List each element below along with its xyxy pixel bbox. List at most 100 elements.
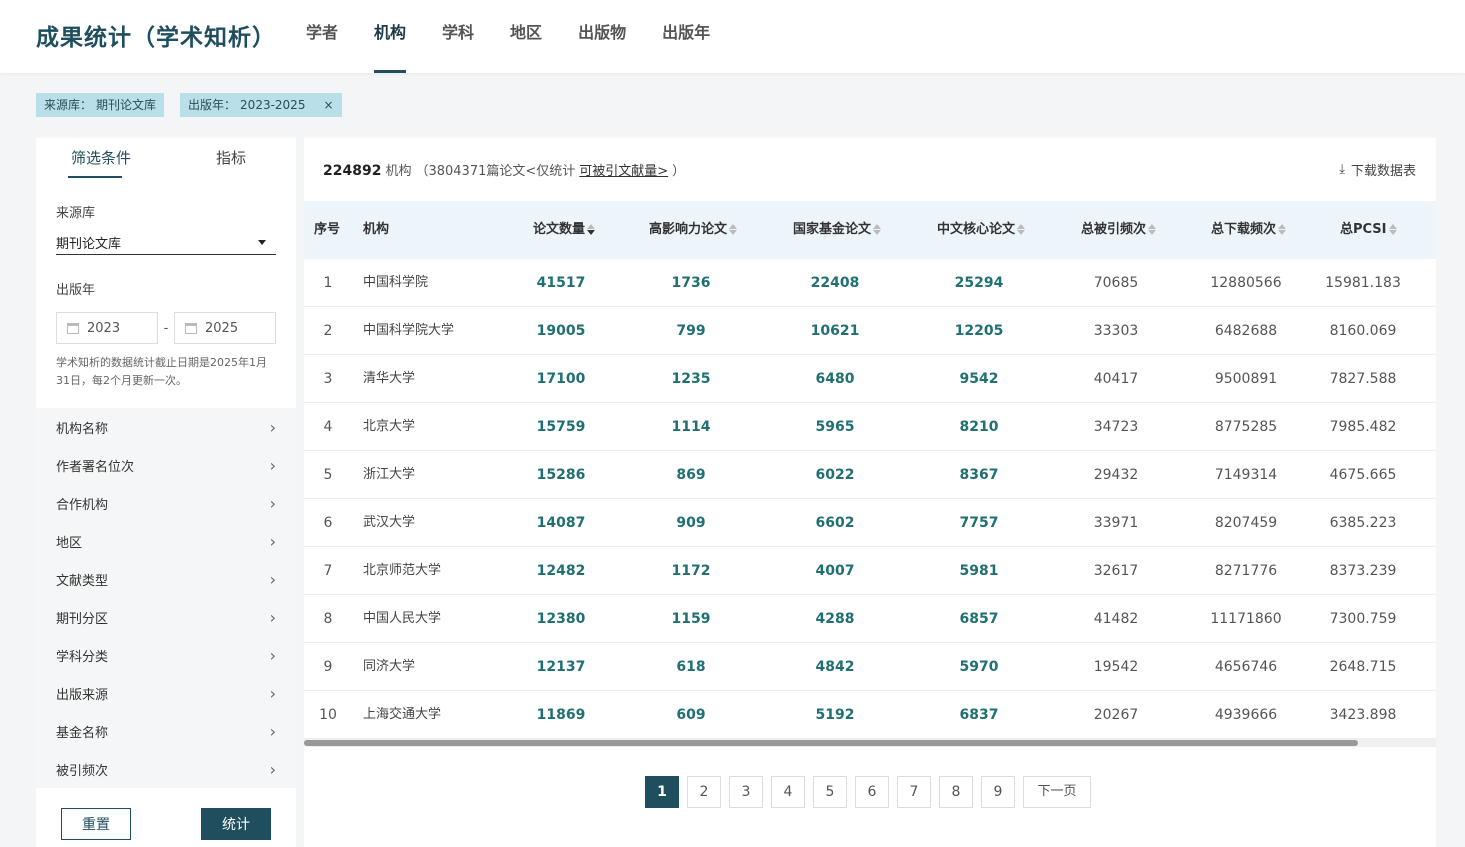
scrollbar-thumb[interactable] bbox=[304, 740, 1358, 746]
cell-high-impact[interactable]: 799 bbox=[641, 307, 741, 355]
tab-metrics[interactable]: 指标 bbox=[166, 138, 296, 184]
source-select[interactable]: 期刊论文库 bbox=[56, 231, 276, 255]
cell-high-impact[interactable]: 1114 bbox=[641, 403, 741, 451]
col-core-journal[interactable]: 中文核心论文 bbox=[937, 201, 1026, 259]
cell-paper-count[interactable]: 41517 bbox=[511, 259, 611, 307]
cell-national-fund[interactable]: 6602 bbox=[785, 499, 885, 547]
cell-paper-count[interactable]: 15286 bbox=[511, 451, 611, 499]
cell-high-impact[interactable]: 1159 bbox=[641, 595, 741, 643]
cell-high-impact[interactable]: 869 bbox=[641, 451, 741, 499]
cell-paper-count[interactable]: 12482 bbox=[511, 547, 611, 595]
sort-icon bbox=[729, 223, 738, 236]
table-row: 9 同济大学 12137 618 4842 5970 19542 4656746 2648.71… bbox=[304, 643, 1436, 691]
page-8-button[interactable]: 8 bbox=[939, 776, 973, 808]
chevron-right-icon: › bbox=[269, 493, 276, 513]
cell-core-journal[interactable]: 7757 bbox=[929, 499, 1029, 547]
year-from-input[interactable]: 2023 bbox=[56, 312, 158, 344]
close-icon[interactable]: × bbox=[323, 93, 333, 117]
nav-tab-year[interactable]: 出版年 bbox=[644, 0, 728, 73]
cell-paper-count[interactable]: 19005 bbox=[511, 307, 611, 355]
cell-national-fund[interactable]: 5965 bbox=[785, 403, 885, 451]
page-9-button[interactable]: 9 bbox=[981, 776, 1015, 808]
table-row: 7 北京师范大学 12482 1172 4007 5981 32617 8271776 8373… bbox=[304, 547, 1436, 595]
cell-core-journal[interactable]: 6837 bbox=[929, 691, 1029, 739]
cell-paper-count[interactable]: 12380 bbox=[511, 595, 611, 643]
cell-core-journal[interactable]: 5981 bbox=[929, 547, 1029, 595]
filter-pub-source[interactable]: 出版来源 › bbox=[36, 674, 296, 712]
cell-high-impact[interactable]: 609 bbox=[641, 691, 741, 739]
download-button[interactable]: ⤓ 下载数据表 bbox=[1339, 160, 1416, 179]
filter-doc-type[interactable]: 文献类型 › bbox=[36, 560, 296, 598]
cell-paper-count[interactable]: 14087 bbox=[511, 499, 611, 547]
horizontal-scrollbar[interactable] bbox=[304, 739, 1436, 747]
filter-label: 期刊分区 bbox=[56, 611, 109, 627]
col-total-citations[interactable]: 总被引频次 bbox=[1081, 201, 1157, 259]
page-1-button[interactable]: 1 bbox=[645, 776, 679, 808]
cell-total-citations: 34723 bbox=[1093, 419, 1139, 435]
cell-national-fund[interactable]: 4007 bbox=[785, 547, 885, 595]
filter-region[interactable]: 地区 › bbox=[36, 522, 296, 560]
next-page-button[interactable]: 下一页 bbox=[1023, 776, 1091, 808]
cell-core-journal[interactable]: 5970 bbox=[929, 643, 1029, 691]
cell-paper-count[interactable]: 12137 bbox=[511, 643, 611, 691]
calendar-icon bbox=[67, 322, 79, 334]
cell-paper-count[interactable]: 15759 bbox=[511, 403, 611, 451]
cell-core-journal[interactable]: 8367 bbox=[929, 451, 1029, 499]
page-7-button[interactable]: 7 bbox=[897, 776, 931, 808]
cell-national-fund[interactable]: 6480 bbox=[785, 355, 885, 403]
tab-filters[interactable]: 筛选条件 bbox=[36, 138, 166, 184]
cell-high-impact[interactable]: 1235 bbox=[641, 355, 741, 403]
filter-label: 基金名称 bbox=[56, 725, 109, 741]
filter-author-order[interactable]: 作者署名位次 › bbox=[36, 446, 296, 484]
year-to-input[interactable]: 2025 bbox=[174, 312, 276, 344]
cell-national-fund[interactable]: 4288 bbox=[785, 595, 885, 643]
filter-institution-name[interactable]: 机构名称 › bbox=[36, 408, 296, 446]
cell-paper-count[interactable]: 17100 bbox=[511, 355, 611, 403]
filter-label: 被引频次 bbox=[56, 763, 109, 779]
filter-journal-zone[interactable]: 期刊分区 › bbox=[36, 598, 296, 636]
cell-high-impact[interactable]: 909 bbox=[641, 499, 741, 547]
stat-button[interactable]: 统计 bbox=[201, 808, 271, 840]
page-2-button[interactable]: 2 bbox=[687, 776, 721, 808]
cell-core-journal[interactable]: 9542 bbox=[929, 355, 1029, 403]
cell-core-journal[interactable]: 8210 bbox=[929, 403, 1029, 451]
col-high-impact[interactable]: 高影响力论文 bbox=[649, 201, 738, 259]
cell-high-impact[interactable]: 1736 bbox=[641, 259, 741, 307]
filter-partner-institution[interactable]: 合作机构 › bbox=[36, 484, 296, 522]
nav-tab-institution[interactable]: 机构 bbox=[356, 0, 424, 73]
cell-national-fund[interactable]: 10621 bbox=[785, 307, 885, 355]
sort-icon bbox=[1388, 223, 1397, 236]
filter-fund[interactable]: 基金名称 › bbox=[36, 712, 296, 750]
nav-tab-discipline[interactable]: 学科 bbox=[424, 0, 492, 73]
nav-tab-publication[interactable]: 出版物 bbox=[560, 0, 644, 73]
nav-tab-region[interactable]: 地区 bbox=[492, 0, 560, 73]
table-row: 1 中国科学院 41517 1736 22408 25294 70685 12880566 15… bbox=[304, 259, 1436, 307]
cell-high-impact[interactable]: 1172 bbox=[641, 547, 741, 595]
cell-core-journal[interactable]: 25294 bbox=[929, 259, 1029, 307]
cell-paper-count[interactable]: 11869 bbox=[511, 691, 611, 739]
col-paper-count[interactable]: 论文数量 bbox=[533, 201, 596, 259]
col-total-pcsi[interactable]: 总PCSI bbox=[1340, 201, 1397, 259]
col-national-fund[interactable]: 国家基金论文 bbox=[793, 201, 882, 259]
cell-national-fund[interactable]: 5192 bbox=[785, 691, 885, 739]
page-4-button[interactable]: 4 bbox=[771, 776, 805, 808]
cell-national-fund[interactable]: 22408 bbox=[785, 259, 885, 307]
cell-index: 3 bbox=[323, 371, 333, 387]
cell-national-fund[interactable]: 4842 bbox=[785, 643, 885, 691]
page-6-button[interactable]: 6 bbox=[855, 776, 889, 808]
cell-national-fund[interactable]: 6022 bbox=[785, 451, 885, 499]
nav-tab-scholar[interactable]: 学者 bbox=[288, 0, 356, 73]
chip-source: 来源库： 期刊论文库 bbox=[36, 93, 165, 117]
cell-total-pcsi: 6385.223 bbox=[1329, 515, 1397, 531]
cell-core-journal[interactable]: 12205 bbox=[929, 307, 1029, 355]
page-3-button[interactable]: 3 bbox=[729, 776, 763, 808]
col-total-downloads[interactable]: 总下载频次 bbox=[1211, 201, 1287, 259]
filter-citations[interactable]: 被引频次 › bbox=[36, 750, 296, 788]
filter-subject[interactable]: 学科分类 › bbox=[36, 636, 296, 674]
col-label: 高影响力论文 bbox=[649, 222, 728, 237]
cell-high-impact[interactable]: 618 bbox=[641, 643, 741, 691]
cell-core-journal[interactable]: 6857 bbox=[929, 595, 1029, 643]
citable-docs-link[interactable]: 可被引文献量> bbox=[579, 160, 668, 179]
page-5-button[interactable]: 5 bbox=[813, 776, 847, 808]
reset-button[interactable]: 重置 bbox=[61, 808, 131, 840]
